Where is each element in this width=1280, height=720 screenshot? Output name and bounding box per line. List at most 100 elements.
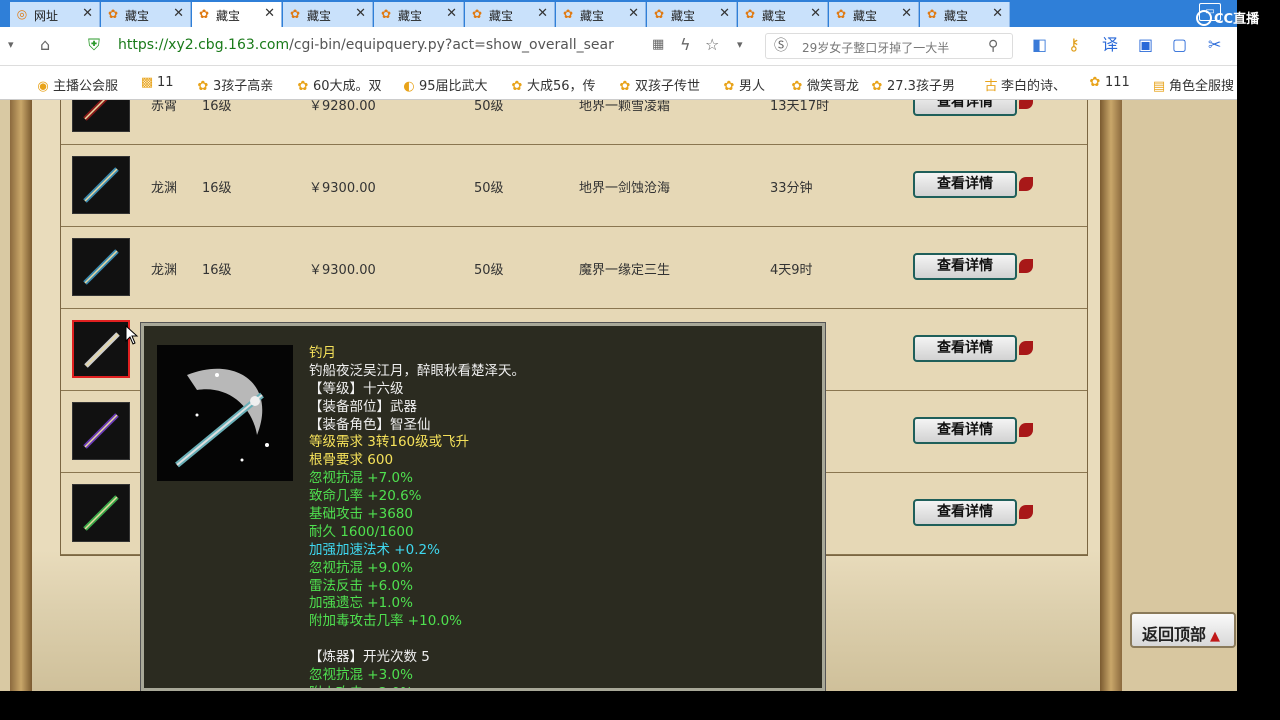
dropdown-icon[interactable]: ▾ <box>8 36 14 54</box>
stat-line: 【装备角色】智圣仙 <box>309 416 431 433</box>
search-box[interactable]: Ⓢ 29岁女子整口牙掉了一大半 ⚲ <box>765 33 1013 59</box>
view-details-button[interactable]: 查看详情 <box>913 499 1033 526</box>
tab-5[interactable]: ✿ 藏宝 ✕ <box>465 2 555 27</box>
bookmark-item[interactable]: ✿ 60大成。双 <box>296 75 382 94</box>
equipment-thumbnail[interactable] <box>72 100 130 132</box>
close-icon[interactable]: ✕ <box>446 6 457 21</box>
search-icon[interactable]: ⚲ <box>988 37 998 55</box>
bookmark-item[interactable]: ▤ 角色全服搜 <box>1152 75 1234 94</box>
stat-line: 钓月 <box>309 345 336 361</box>
view-details-button[interactable]: 查看详情 <box>913 253 1033 280</box>
url-field[interactable]: https://xy2.cbg.163.com/cgi-bin/equipque… <box>118 37 614 53</box>
stat-line: 附加毒攻击几率 +10.0% <box>309 613 462 630</box>
translate-icon[interactable]: 译 <box>1102 36 1118 54</box>
bookmark-item[interactable]: 古李白的诗、 <box>984 75 1066 94</box>
item-requirement: 50级 <box>474 100 504 114</box>
close-icon[interactable]: ✕ <box>355 6 366 21</box>
close-icon[interactable]: ✕ <box>82 6 93 21</box>
tab-2[interactable]: ✿ 藏宝 ✕ <box>192 2 282 27</box>
stat-line: 【装备部位】武器 <box>309 398 417 415</box>
treasure-icon: ✿ <box>380 7 392 21</box>
bookmark-label: 3孩子高亲 <box>213 79 274 94</box>
close-icon[interactable]: ✕ <box>719 6 730 21</box>
bookmark-item[interactable]: ✿ 双孩子传世 <box>618 75 700 94</box>
close-icon[interactable]: ✕ <box>992 6 1003 21</box>
close-icon[interactable]: ✕ <box>537 6 548 21</box>
scroll-frame-left <box>10 100 32 691</box>
equipment-thumbnail[interactable] <box>72 320 130 378</box>
bookmark-item[interactable]: ▩ 11 <box>140 75 174 90</box>
view-details-button[interactable]: 查看详情 <box>913 417 1033 444</box>
table-row: 龙渊 16级 ￥9300.00 50级 地界一剑蚀沧海 33分钟 查看详情 <box>61 145 1087 227</box>
item-stats: 钓月 钓船夜泛吴江月，醉眼秋看楚泽天。 【等级】十六级 【装备部位】武器 【装备角色】智… <box>309 345 525 688</box>
tab-0[interactable]: ◎ 网址 ✕ <box>10 2 100 27</box>
stat-line: 基础攻击 +3680 <box>309 506 413 523</box>
tab-9[interactable]: ✿ 藏宝 ✕ <box>829 2 919 27</box>
bookmark-item[interactable]: ✿ 111 <box>1088 75 1130 90</box>
bookmark-item[interactable]: ◐ 95届比武大 <box>402 75 487 94</box>
bookmark-item[interactable]: ◉ 主播公会服 <box>36 75 118 94</box>
bookmark-label: 大成56，传 <box>527 79 596 94</box>
bookmark-icon: ✿ <box>297 79 309 94</box>
bookmark-item[interactable]: ✿ 微笑哥龙 <box>790 75 859 94</box>
bookmark-item[interactable]: ✿ 27.3孩子男 <box>870 75 955 94</box>
bookmark-item[interactable]: ✿ 男人 <box>722 75 765 94</box>
close-icon[interactable]: ✕ <box>901 6 912 21</box>
tab-label: 藏宝 <box>307 9 332 23</box>
treasure-icon: ✿ <box>744 7 756 21</box>
equipment-thumbnail[interactable] <box>72 402 130 460</box>
grid-icon[interactable]: ▦ <box>652 36 664 54</box>
tab-6[interactable]: ✿ 藏宝 ✕ <box>556 2 646 27</box>
home-icon[interactable]: ⌂ <box>40 36 50 54</box>
bookmark-item[interactable]: ✿ 大成56，传 <box>510 75 596 94</box>
extension-icon[interactable]: ◧ <box>1032 36 1047 54</box>
tab-3[interactable]: ✿ 藏宝 ✕ <box>283 2 373 27</box>
tab-1[interactable]: ✿ 藏宝 ✕ <box>101 2 191 27</box>
stat-line: 钓船夜泛吴江月，醉眼秋看楚泽天。 <box>309 362 525 379</box>
close-icon[interactable]: ✕ <box>628 6 639 21</box>
bookmark-icon: ◐ <box>403 79 415 94</box>
close-icon[interactable]: ✕ <box>810 6 821 21</box>
tab-8[interactable]: ✿ 藏宝 ✕ <box>738 2 828 27</box>
chevron-down-icon[interactable]: ▾ <box>737 36 743 54</box>
lightning-icon[interactable]: ϟ <box>680 36 691 54</box>
search-input[interactable]: 29岁女子整口牙掉了一大半 <box>802 39 949 56</box>
treasure-icon: ✿ <box>835 7 847 21</box>
tab-strip: ◎ 网址 ✕ ✿ 藏宝 ✕ ✿ 藏宝 ✕ ✿ 藏宝 ✕ ✿ 藏宝 ✕ ✿ 藏宝 ✕ ✿ 藏宝 ✕ ✿ 藏宝 ✕ ✿ 藏宝 ✕ ✿ 藏宝 ✕… <box>0 0 1237 27</box>
close-icon[interactable]: ✕ <box>173 6 184 21</box>
stat-line: 致命几率 +20.6% <box>309 488 422 505</box>
arrow-up-icon: ▲ <box>1210 629 1221 644</box>
item-name: 龙渊 <box>151 181 178 196</box>
tab-label: 藏宝 <box>398 9 423 23</box>
key-icon[interactable]: ⚷ <box>1068 36 1080 54</box>
tab-7[interactable]: ✿ 藏宝 ✕ <box>647 2 737 27</box>
tab-10[interactable]: ✿ 藏宝 ✕ <box>920 2 1010 27</box>
item-name: 赤霄 <box>151 100 178 114</box>
stat-line: 加强遗忘 +1.0% <box>309 595 413 612</box>
bookmark-item[interactable]: ✿ 3孩子高亲 <box>196 75 274 94</box>
screen-icon[interactable]: ▢ <box>1172 36 1187 54</box>
stat-line: 忽视抗混 +3.0% <box>309 667 413 684</box>
view-details-button[interactable]: 查看详情 <box>913 335 1033 362</box>
tab-label: 网址 <box>34 9 59 23</box>
equipment-thumbnail[interactable] <box>72 238 130 296</box>
tab-label: 藏宝 <box>125 9 150 23</box>
star-icon[interactable]: ☆ <box>705 36 719 54</box>
item-name: 龙渊 <box>151 263 178 278</box>
item-level: 16级 <box>202 181 232 196</box>
tab-4[interactable]: ✿ 藏宝 ✕ <box>374 2 464 27</box>
globe-icon: ◎ <box>16 7 28 21</box>
view-details-button[interactable]: 查看详情 <box>913 100 1033 116</box>
close-icon[interactable]: ✕ <box>264 6 275 21</box>
stat-line: 忽视抗混 +9.0% <box>309 559 413 576</box>
word-icon[interactable]: ▣ <box>1138 36 1153 54</box>
view-details-button[interactable]: 查看详情 <box>913 171 1033 198</box>
item-server: 魔界一缘定三生 <box>579 263 671 278</box>
treasure-icon: ✿ <box>653 7 665 21</box>
scissors-icon[interactable]: ✂ <box>1208 36 1221 54</box>
back-to-top-button[interactable]: 返回顶部 ▲ <box>1130 612 1236 648</box>
equipment-thumbnail[interactable] <box>72 484 130 542</box>
equipment-thumbnail[interactable] <box>72 156 130 214</box>
bookmark-icon: 古 <box>984 79 998 94</box>
mouse-cursor-icon <box>125 325 139 345</box>
